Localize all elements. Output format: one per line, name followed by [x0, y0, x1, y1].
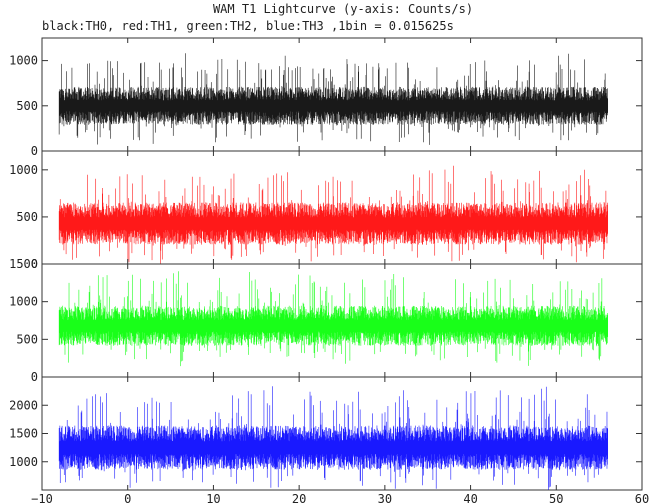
y-tick-label-0-1: 500 — [16, 99, 38, 113]
x-tick-label-6: 50 — [549, 492, 563, 504]
y-tick-label-3-2: 2000 — [9, 398, 38, 412]
y-tick-label-3-0: 1000 — [9, 455, 38, 469]
series-trace-0 — [58, 53, 609, 145]
x-tick-label-5: 40 — [463, 492, 477, 504]
y-tick-label-0-0: 0 — [31, 144, 38, 158]
y-tick-label-3-1: 1500 — [9, 427, 38, 441]
series-trace-1 — [58, 165, 609, 264]
x-tick-label-2: 10 — [206, 492, 220, 504]
y-tick-label-2-0: 0 — [31, 370, 38, 384]
x-tick-label-4: 30 — [378, 492, 392, 504]
series-trace-3 — [58, 386, 609, 490]
y-tick-label-0-2: 1000 — [9, 54, 38, 68]
series-trace-2 — [58, 271, 609, 367]
y-tick-label-2-3: 1500 — [9, 257, 38, 271]
y-tick-label-2-1: 500 — [16, 332, 38, 346]
x-tick-label-1: 0 — [124, 492, 131, 504]
y-tick-label-1-2: 1000 — [9, 163, 38, 177]
y-tick-label-1-1: 500 — [16, 210, 38, 224]
x-axis: −10 0 10 20 30 40 50 60 — [31, 492, 649, 504]
x-tick-label-7: 60 — [635, 492, 649, 504]
lightcurve-figure: WAM T1 Lightcurve (y-axis: Counts/s) bla… — [9, 2, 649, 504]
chart-title: WAM T1 Lightcurve (y-axis: Counts/s) — [213, 2, 473, 16]
chart-subtitle: black:TH0, red:TH1, green:TH2, blue:TH3 … — [42, 19, 454, 33]
y-tick-label-2-2: 1000 — [9, 295, 38, 309]
x-tick-label-0: −10 — [31, 492, 53, 504]
panels-group: 0500100005001000050010001500100015002000 — [9, 37, 643, 491]
x-tick-label-3: 20 — [292, 492, 306, 504]
